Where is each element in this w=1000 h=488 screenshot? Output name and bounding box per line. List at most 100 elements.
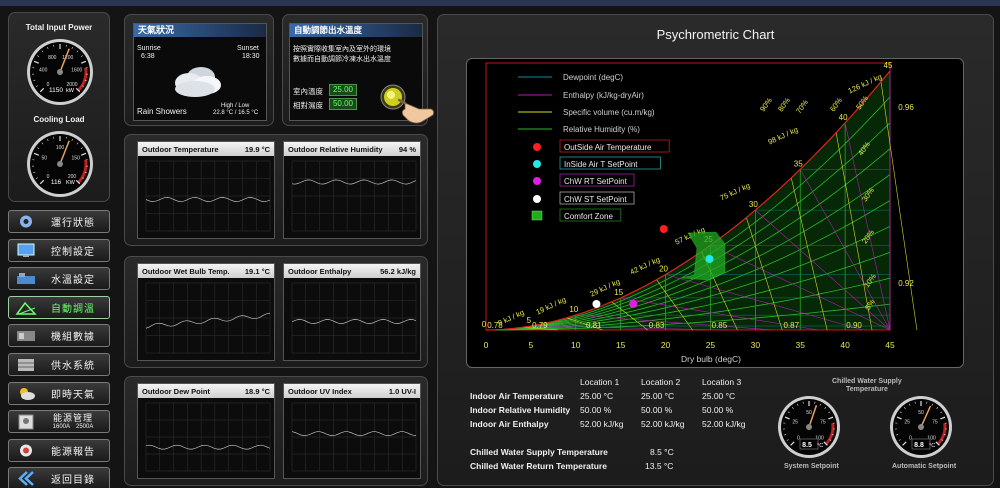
trend-value: 19.9 °C bbox=[244, 144, 270, 154]
indoor-hum-value: 50.00 bbox=[329, 98, 357, 110]
gauge-tick-label: 0 bbox=[47, 174, 50, 180]
legend-label: Enthalpy (kJ/kg-dryAir) bbox=[563, 91, 644, 100]
nav-button-7[interactable]: 即時天氣 bbox=[8, 381, 110, 405]
sunrise-time: 6:38 bbox=[141, 53, 155, 60]
gauge-tick-label: 1200 bbox=[62, 55, 73, 61]
gauge-hub bbox=[918, 424, 924, 430]
nav-button-10[interactable]: 返回目錄 bbox=[8, 467, 110, 488]
legend-label: Specific volume (cu.m/kg) bbox=[563, 108, 655, 117]
gauge-unit: KW bbox=[66, 180, 76, 186]
chw-rt-point bbox=[629, 300, 638, 308]
x-tick-label: 35 bbox=[795, 340, 805, 350]
chw-supply-value: 8.5 °C bbox=[650, 447, 674, 457]
report-icon bbox=[15, 442, 37, 459]
cooling-load-title: Cooling Load bbox=[33, 115, 85, 124]
legend-label: Comfort Zone bbox=[564, 212, 613, 221]
gauge-tick-label: 150 bbox=[72, 155, 81, 161]
back-arrow-icon bbox=[15, 470, 37, 487]
saturation-temp-label: 10 bbox=[569, 305, 578, 314]
enthalpy-label: 9 kJ / kg bbox=[496, 308, 525, 328]
nav-button-1[interactable]: 運行狀態 bbox=[8, 210, 110, 233]
volume-label: 0.83 bbox=[649, 321, 665, 330]
gauge-value: 8.5 bbox=[802, 442, 812, 449]
cloud-icon bbox=[175, 67, 221, 97]
legend-label: Dewpoint (degC) bbox=[563, 73, 623, 82]
location-2-header: Location 2 bbox=[641, 377, 681, 387]
right-edge-label: 0.96 bbox=[898, 103, 914, 112]
trend-value: 94 % bbox=[398, 144, 416, 154]
rh-percent-label: 80% bbox=[776, 96, 792, 114]
system-setpoint-label: System Setpoint bbox=[784, 463, 839, 470]
nav-button-6[interactable]: 供水系統 bbox=[8, 353, 110, 376]
chiller-icon bbox=[15, 270, 37, 287]
nav-button-4[interactable]: 自動調溫 bbox=[8, 295, 110, 319]
gauge-unit: kW bbox=[66, 88, 75, 94]
nav-button-2[interactable]: 控制設定 bbox=[8, 238, 110, 262]
rh-percent-label: 60% bbox=[828, 96, 844, 114]
meter-icon bbox=[15, 413, 37, 430]
row-temp-label: Indoor Air Temperature bbox=[470, 391, 564, 401]
volume-label: 0.87 bbox=[783, 321, 799, 330]
trend-value: 19.1 °C bbox=[244, 266, 270, 276]
gauge-tick-label: 1600 bbox=[71, 67, 82, 73]
auto-apply-button[interactable] bbox=[379, 83, 437, 127]
saturation-temp-label: 40 bbox=[839, 113, 848, 122]
trend-line bbox=[291, 319, 417, 324]
rh-percent-label: 70% bbox=[794, 98, 810, 116]
weather-panel: 天氣狀況 Sunrise 6:38 Sunset 18:30 Rain Show… bbox=[124, 14, 274, 126]
trend-name: Outdoor Enthalpy bbox=[288, 266, 352, 276]
auto-temp-desc-1: 按照實際收集室內及室外的環境 bbox=[293, 46, 391, 53]
row-temp-loc3: 25.00 °C bbox=[702, 391, 736, 401]
indoor-temp-value: 25.00 bbox=[329, 84, 357, 96]
volume-label: 0.79 bbox=[532, 321, 548, 330]
x-tick-label: 15 bbox=[616, 340, 626, 350]
psychrometric-chart: 0 5 10 15 20 25 30 35 40 45 Dry bulb (degC) 0 5 10 15 2… bbox=[482, 61, 918, 364]
x-tick-label: 0 bbox=[484, 340, 489, 350]
volume-label: 0.85 bbox=[712, 321, 728, 330]
indoor-hum-label: 相對濕度 bbox=[293, 101, 323, 110]
row-temp-loc2: 25.00 °C bbox=[641, 391, 675, 401]
row-enth-loc1: 52.00 kJ/kg bbox=[580, 419, 624, 429]
gauge-tick-label: 400 bbox=[39, 67, 48, 73]
automatic-setpoint-label: Automatic Setpoint bbox=[892, 463, 957, 470]
trend-header: Outdoor Temperature 19.9 °C bbox=[138, 142, 274, 156]
nav-sub-1: 1600A bbox=[52, 423, 70, 430]
nav-label-sub: 1600A 2500A bbox=[37, 423, 109, 431]
x-tick-label: 5 bbox=[529, 340, 534, 350]
nav-label: 控制設定 bbox=[51, 246, 95, 258]
auto-temp-desc-2: 數據而自動調節冷凍水出水溫度 bbox=[293, 56, 391, 63]
rh-percent-label: 90% bbox=[758, 96, 774, 114]
machine-icon bbox=[15, 327, 37, 344]
chw-supply-label: Chilled Water Supply Temperature bbox=[470, 447, 608, 457]
saturation-temp-label: 45 bbox=[884, 61, 893, 70]
monitor-icon bbox=[15, 242, 37, 259]
trend-plot bbox=[291, 282, 417, 354]
trend-header: Outdoor UV Index 1.0 UV-I bbox=[284, 384, 420, 398]
nav-label: 水溫設定 bbox=[51, 275, 95, 287]
row-hum-loc1: 50.00 % bbox=[580, 405, 612, 415]
nav-button-8[interactable]: 能源管理 1600A 2500A bbox=[8, 410, 110, 434]
row-hum-loc2: 50.00 % bbox=[641, 405, 673, 415]
gauge-tick-label: 25 bbox=[792, 419, 798, 425]
gauge-tick-label: 0 bbox=[797, 436, 800, 442]
volume-label: 0.81 bbox=[586, 321, 602, 330]
chw-return-value: 13.5 °C bbox=[645, 461, 674, 471]
highlow-temps: 22.8 °C / 16.5 °C bbox=[213, 110, 259, 116]
nav-button-9[interactable]: 能源報告 bbox=[8, 438, 110, 462]
weather-condition: Rain Showers bbox=[137, 107, 187, 116]
trend-panel-1: Outdoor Temperature 19.9 °C bbox=[137, 141, 275, 239]
gauge-tick-label: 75 bbox=[820, 419, 826, 425]
gauge-tick-label: 50 bbox=[918, 410, 924, 416]
right-edge-label: 0.92 bbox=[898, 279, 914, 288]
row-hum-label: Indoor Relative Humidity bbox=[470, 405, 571, 415]
gauge-value: 1150 bbox=[49, 87, 63, 94]
saturation-temp-label: 15 bbox=[614, 288, 623, 297]
saturation-temp-label: 5 bbox=[527, 316, 532, 325]
highlow-label: High / Low bbox=[221, 103, 250, 109]
nav-button-5[interactable]: 機組數據 bbox=[8, 324, 110, 348]
trend-header: Outdoor Relative Humidity 94 % bbox=[284, 142, 420, 156]
row-enth-label: Indoor Air Enthalpy bbox=[470, 419, 549, 429]
nav-button-3[interactable]: 水溫設定 bbox=[8, 267, 110, 291]
trend-plot bbox=[291, 160, 417, 232]
trend-line bbox=[145, 312, 271, 329]
